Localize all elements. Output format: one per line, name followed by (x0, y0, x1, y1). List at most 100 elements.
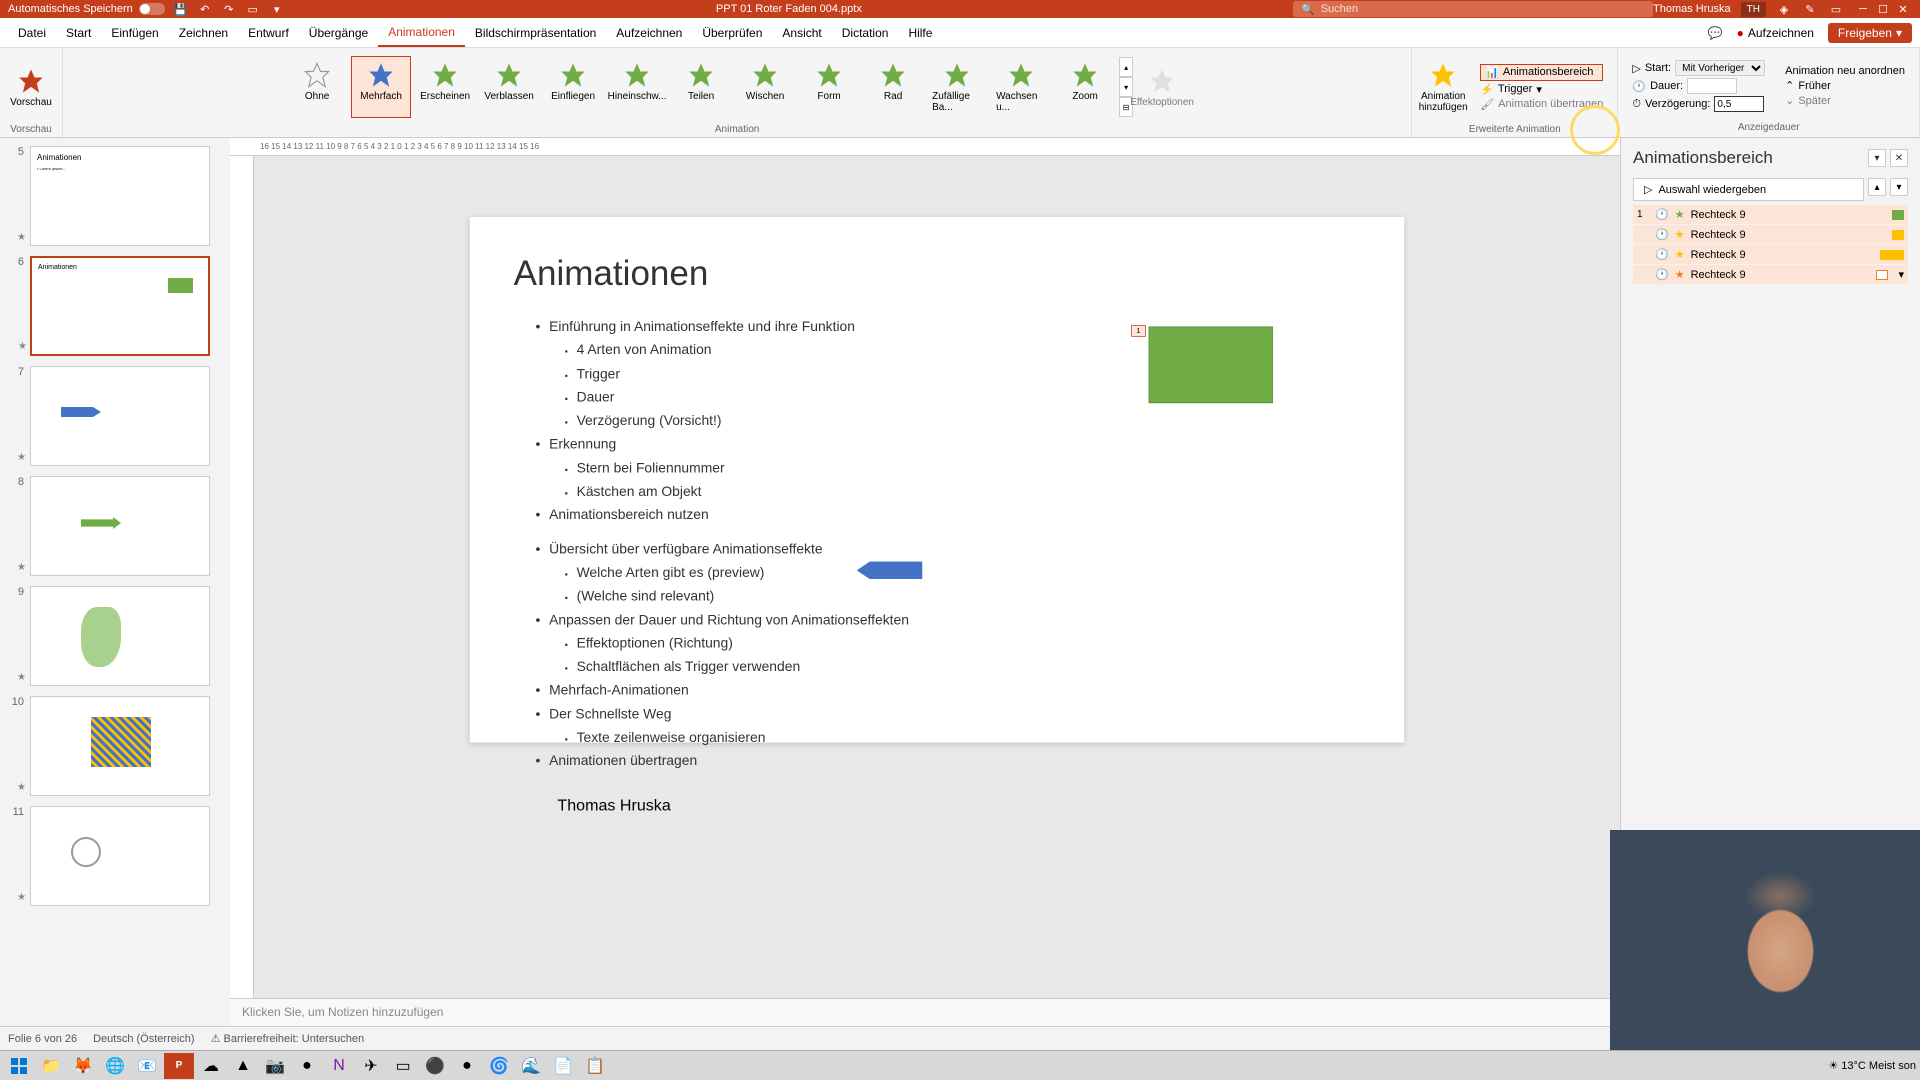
slide-counter[interactable]: Folie 6 von 26 (8, 1033, 77, 1045)
weather-widget[interactable]: ☀ 13°C Meist son (1828, 1059, 1916, 1072)
autosave-toggle[interactable]: Automatisches Speichern (8, 3, 165, 15)
onenote-icon[interactable]: N (324, 1053, 354, 1079)
start-button[interactable] (4, 1053, 34, 1079)
user-badge[interactable]: TH (1741, 2, 1766, 17)
tab-uebergaenge[interactable]: Übergänge (299, 20, 378, 46)
search-box[interactable]: 🔍 Suchen (1293, 1, 1653, 17)
slide-thumb-8[interactable]: ★ (30, 476, 210, 576)
app-icon[interactable]: ● (452, 1053, 482, 1079)
app-icon[interactable]: ▭ (388, 1053, 418, 1079)
app-icon[interactable]: 📄 (548, 1053, 578, 1079)
anim-pane-close[interactable]: ✕ (1890, 149, 1908, 167)
slide-thumb-7[interactable]: ★ (30, 366, 210, 466)
app-icon[interactable]: 📷 (260, 1053, 290, 1079)
anim-hineinschweben[interactable]: Hineinschw... (607, 56, 667, 118)
slide-thumb-9[interactable]: ★ (30, 586, 210, 686)
dropdown-icon[interactable]: ▾ (269, 1, 285, 17)
anim-erscheinen[interactable]: Erscheinen (415, 56, 475, 118)
start-select[interactable]: Mit Vorheriger (1675, 60, 1765, 76)
tab-ueberpruefen[interactable]: Überprüfen (692, 20, 772, 46)
slide-title[interactable]: Animationen (514, 254, 1361, 294)
tab-einfuegen[interactable]: Einfügen (101, 20, 168, 46)
slide-thumb-6[interactable]: Animationen★ (30, 256, 210, 356)
item-dropdown-icon[interactable]: ▾ (1898, 268, 1904, 281)
explorer-icon[interactable]: 📁 (36, 1053, 66, 1079)
chrome-icon[interactable]: 🌐 (100, 1053, 130, 1079)
animation-hinzufuegen-button[interactable]: Animation hinzufügen (1418, 52, 1468, 122)
tab-datei[interactable]: Datei (8, 20, 56, 46)
play-selection-button[interactable]: ▷ Auswahl wiedergeben (1633, 178, 1864, 201)
slide-panel[interactable]: 5Animationen• Lorem ipsum...★ 6Animation… (0, 138, 230, 1026)
notes-area[interactable]: Klicken Sie, um Notizen hinzuzufügen (230, 998, 1620, 1026)
green-rectangle-shape[interactable] (1149, 327, 1273, 404)
coming-soon-icon[interactable]: ◈ (1776, 1, 1792, 17)
accessibility-status[interactable]: ⚠ Barrierefreiheit: Untersuchen (211, 1032, 365, 1045)
comments-icon[interactable]: 💬 (1708, 26, 1723, 40)
move-up-button[interactable]: ▴ (1868, 178, 1886, 196)
vorschau-button[interactable]: Vorschau (6, 52, 56, 122)
maximize-button[interactable]: ☐ (1874, 2, 1892, 16)
language-status[interactable]: Deutsch (Österreich) (93, 1033, 194, 1045)
powerpoint-icon[interactable]: P (164, 1053, 194, 1079)
trigger-button[interactable]: ⚡ Trigger ▾ (1480, 83, 1603, 96)
app-icon[interactable]: ● (292, 1053, 322, 1079)
pen-icon[interactable]: ✎ (1802, 1, 1818, 17)
anim-mehrfach[interactable]: Mehrfach (351, 56, 411, 118)
slide-canvas[interactable]: Animationen Einführung in Animationseffe… (254, 156, 1620, 998)
anim-wachsen[interactable]: Wachsen u... (991, 56, 1051, 118)
freigeben-button[interactable]: Freigeben▾ (1828, 23, 1912, 43)
dauer-input[interactable] (1687, 78, 1737, 94)
move-down-button[interactable]: ▾ (1890, 178, 1908, 196)
undo-icon[interactable]: ↶ (197, 1, 213, 17)
slide-thumb-11[interactable]: ★ (30, 806, 210, 906)
vlc-icon[interactable]: ▲ (228, 1053, 258, 1079)
tab-aufzeichnen[interactable]: Aufzeichnen (606, 20, 692, 46)
telegram-icon[interactable]: ✈ (356, 1053, 386, 1079)
edge-icon[interactable]: 🌊 (516, 1053, 546, 1079)
anim-list-item[interactable]: 🕐★Rechteck 9▾ (1633, 265, 1908, 284)
tab-ansicht[interactable]: Ansicht (772, 20, 831, 46)
slideshow-icon[interactable]: ▭ (245, 1, 261, 17)
obs-icon[interactable]: ⚫ (420, 1053, 450, 1079)
slide-thumb-10[interactable]: ★ (30, 696, 210, 796)
anim-ohne[interactable]: Ohne (287, 56, 347, 118)
firefox-icon[interactable]: 🦊 (68, 1053, 98, 1079)
author-text[interactable]: Thomas Hruska (557, 796, 1360, 815)
anim-zufaellige[interactable]: Zufällige Ba... (927, 56, 987, 118)
app-icon[interactable]: 📋 (580, 1053, 610, 1079)
anim-rad[interactable]: Rad (863, 56, 923, 118)
outlook-icon[interactable]: 📧 (132, 1053, 162, 1079)
anim-teilen[interactable]: Teilen (671, 56, 731, 118)
tab-hilfe[interactable]: Hilfe (898, 20, 942, 46)
tab-bildschirmpraesentation[interactable]: Bildschirmpräsentation (465, 20, 606, 46)
anim-einfliegen[interactable]: Einfliegen (543, 56, 603, 118)
window-icon[interactable]: ▭ (1828, 1, 1844, 17)
tab-entwurf[interactable]: Entwurf (238, 20, 299, 46)
tab-zeichnen[interactable]: Zeichnen (169, 20, 238, 46)
save-icon[interactable]: 💾 (173, 1, 189, 17)
anim-verblassen[interactable]: Verblassen (479, 56, 539, 118)
aufzeichnen-button[interactable]: ●Aufzeichnen (1729, 23, 1822, 43)
app-icon[interactable]: 🌀 (484, 1053, 514, 1079)
minimize-button[interactable]: ─ (1854, 2, 1872, 16)
anim-list-item[interactable]: 🕐★Rechteck 9 (1633, 245, 1908, 264)
close-button[interactable]: ✕ (1894, 2, 1912, 16)
tab-dictation[interactable]: Dictation (832, 20, 899, 46)
anim-list-item[interactable]: 1🕐★Rechteck 9 (1633, 205, 1908, 224)
anim-wischen[interactable]: Wischen (735, 56, 795, 118)
slide-thumb-5[interactable]: Animationen• Lorem ipsum...★ (30, 146, 210, 246)
tab-start[interactable]: Start (56, 20, 101, 46)
app-icon[interactable]: ☁ (196, 1053, 226, 1079)
anim-list-item[interactable]: 🕐★Rechteck 9 (1633, 225, 1908, 244)
slide[interactable]: Animationen Einführung in Animationseffe… (470, 217, 1404, 743)
anim-pane-dropdown[interactable]: ▾ (1868, 149, 1886, 167)
redo-icon[interactable]: ↷ (221, 1, 237, 17)
animationsbereich-button[interactable]: 📊 Animationsbereich (1480, 64, 1603, 81)
animation-tag[interactable]: 1 (1131, 325, 1146, 337)
gallery-up[interactable]: ▴ (1119, 57, 1133, 77)
gallery-down[interactable]: ▾ (1119, 77, 1133, 97)
anim-zoom[interactable]: Zoom (1055, 56, 1115, 118)
verzoegerung-input[interactable] (1714, 96, 1764, 112)
blue-arrow-shape[interactable] (857, 562, 923, 580)
tab-animationen[interactable]: Animationen (378, 19, 465, 47)
